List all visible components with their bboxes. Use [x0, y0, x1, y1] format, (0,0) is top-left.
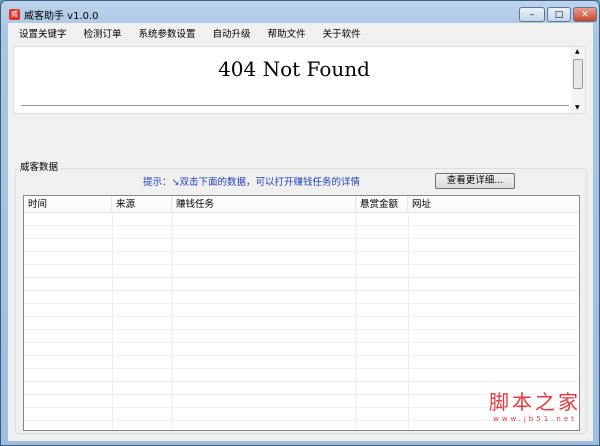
divider — [21, 105, 569, 106]
title-bar: 威 威客助手 v1.0.0 — [9, 5, 99, 23]
menu-help[interactable]: 帮助文件 — [257, 26, 312, 40]
menu-set-keywords[interactable]: 设置关键字 — [8, 26, 73, 40]
column-reward[interactable]: 悬赏金额 — [356, 196, 408, 212]
hint-text: 提示：↘双击下面的数据，可以打开赚钱任务的详情 — [143, 177, 360, 188]
client-area: 设置关键字 检测订单 系统参数设置 自动升级 帮助文件 关于软件 404 Not… — [8, 23, 593, 441]
column-source[interactable]: 来源 — [112, 196, 172, 212]
column-divider — [172, 213, 173, 430]
vertical-scrollbar[interactable]: ▲ ▼ — [571, 47, 585, 113]
menu-about[interactable]: 关于软件 — [312, 26, 367, 40]
error-heading: 404 Not Found — [218, 57, 370, 81]
window-title: 威客助手 v1.0.0 — [24, 10, 99, 22]
watermark: 脚本之家 www.jb51.net — [489, 386, 581, 423]
app-logo-icon: 威 — [9, 8, 20, 20]
column-divider — [408, 213, 409, 430]
view-details-button[interactable]: 查看更详细... — [435, 173, 515, 189]
menu-system-settings[interactable]: 系统参数设置 — [128, 26, 202, 40]
group-label: 威客数据 — [18, 159, 61, 173]
minimize-button[interactable]: – — [519, 7, 545, 22]
web-browser-panel[interactable]: 404 Not Found ▲ ▼ — [13, 46, 586, 114]
scroll-up-icon[interactable]: ▲ — [575, 48, 580, 55]
menu-bar: 设置关键字 检测订单 系统参数设置 自动升级 帮助文件 关于软件 — [8, 23, 367, 43]
menu-check-orders[interactable]: 检测订单 — [73, 26, 128, 40]
scroll-thumb[interactable] — [573, 59, 583, 89]
watermark-title: 脚本之家 — [489, 390, 581, 414]
column-task[interactable]: 赚钱任务 — [172, 196, 356, 212]
column-divider — [112, 213, 113, 430]
close-button[interactable]: ✕ — [573, 7, 597, 22]
app-window: 威 威客助手 v1.0.0 – □ ✕ 设置关键字 检测订单 系统参数设置 自动… — [0, 0, 600, 446]
watermark-url: www.jb51.net — [493, 415, 577, 423]
table-header: 时间 来源 赚钱任务 悬赏金额 网址 — [24, 196, 579, 213]
column-time[interactable]: 时间 — [24, 196, 112, 212]
column-url[interactable]: 网址 — [408, 196, 579, 212]
maximize-button[interactable]: □ — [547, 7, 571, 22]
menu-auto-upgrade[interactable]: 自动升级 — [202, 26, 257, 40]
scroll-down-icon[interactable]: ▼ — [575, 104, 580, 111]
column-divider — [356, 213, 357, 430]
